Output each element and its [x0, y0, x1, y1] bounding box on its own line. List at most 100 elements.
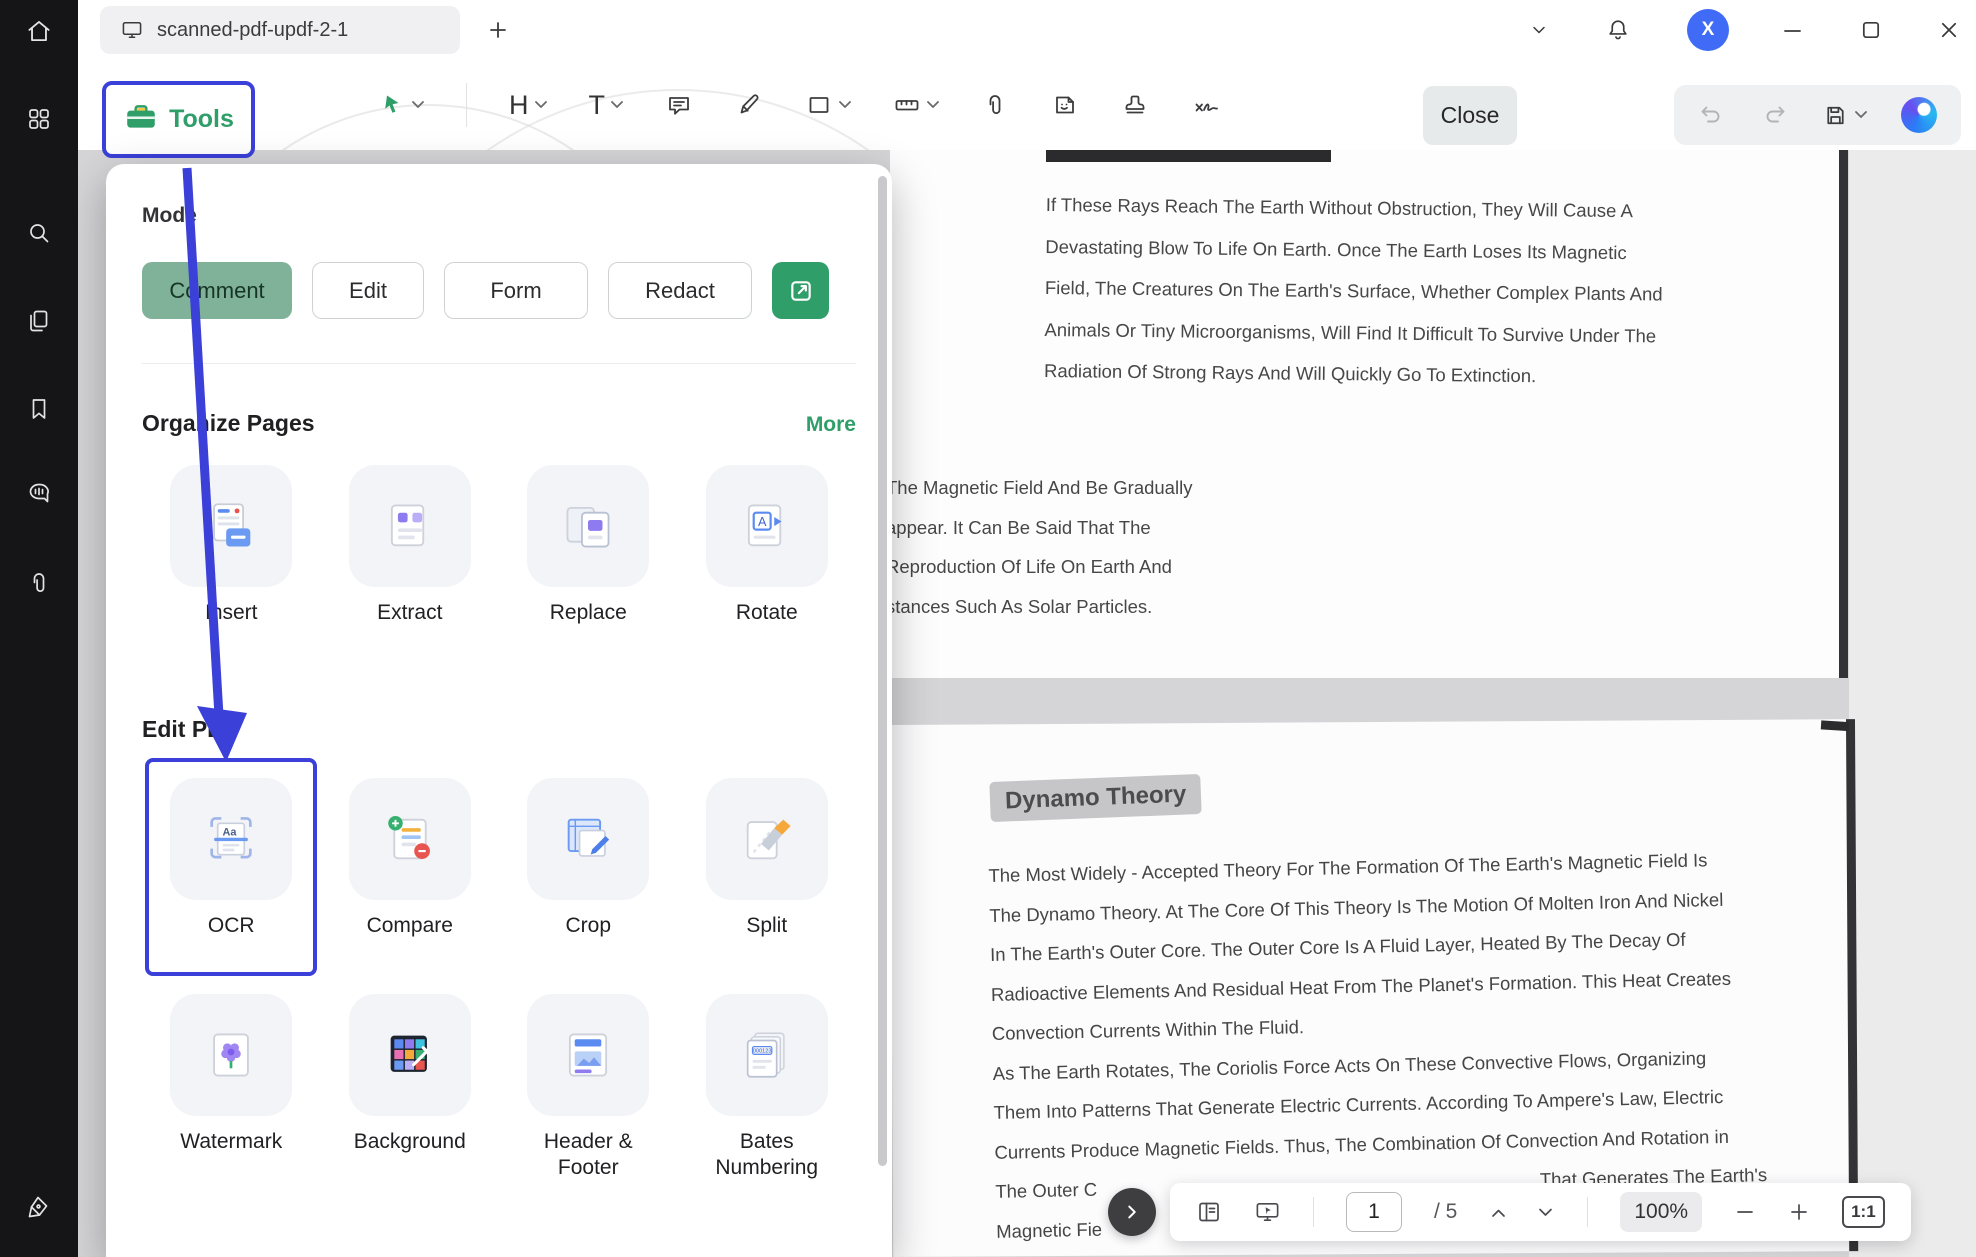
tile-label: Bates Numbering: [692, 1129, 842, 1181]
page1-paragraph: If These Rays Reach The Earth Without Ob…: [1044, 184, 1664, 398]
next-page-icon[interactable]: [1536, 1205, 1555, 1220]
page1-clipped-paragraph: The Magnetic Field And Be Gradually appe…: [886, 468, 1192, 626]
background-item[interactable]: Background: [321, 994, 500, 1155]
previous-page-icon[interactable]: [1489, 1205, 1508, 1220]
bates-numbering-icon: 000123: [706, 994, 828, 1116]
save-button[interactable]: [1822, 102, 1867, 129]
page-total: / 5: [1434, 1200, 1457, 1224]
apps-grid-icon[interactable]: [17, 97, 61, 141]
open-in-window-button[interactable]: [772, 262, 829, 319]
split-item[interactable]: Split: [678, 778, 857, 939]
monitor-icon: [120, 18, 144, 42]
extract-icon: [349, 465, 471, 587]
pages-icon[interactable]: [17, 299, 61, 343]
signature-pen-icon[interactable]: [17, 1185, 61, 1229]
text-fragment: The Outer C: [995, 1170, 1098, 1212]
note-comment-tool[interactable]: [665, 91, 693, 119]
notifications-bell-icon[interactable]: [1605, 17, 1631, 43]
new-tab-button[interactable]: [486, 18, 510, 42]
comments-icon[interactable]: [17, 471, 61, 515]
expand-nav-button[interactable]: [1108, 1188, 1156, 1236]
slideshow-icon[interactable]: [1254, 1199, 1281, 1226]
attachment-icon[interactable]: [17, 561, 61, 605]
chevron-down-icon[interactable]: [611, 96, 623, 114]
header-footer-item[interactable]: Header & Footer: [499, 994, 678, 1181]
document-tab[interactable]: scanned-pdf-updf-2-1: [100, 6, 460, 54]
panel-scrollbar[interactable]: [878, 176, 887, 1166]
chevron-down-icon[interactable]: [1529, 20, 1549, 40]
shape-tool[interactable]: [805, 91, 851, 119]
maximize-icon[interactable]: [1860, 19, 1882, 41]
tile-label: Compare: [367, 913, 453, 939]
more-link[interactable]: More: [806, 413, 856, 437]
ocr-icon: Aa: [170, 778, 292, 900]
stamp-tool[interactable]: [1121, 91, 1149, 119]
attach-file-tool[interactable]: [981, 91, 1009, 119]
rotate-icon: A: [706, 465, 828, 587]
ai-assistant-icon[interactable]: [1901, 97, 1937, 133]
text-tool[interactable]: T: [589, 92, 624, 119]
minimize-icon[interactable]: [1781, 19, 1804, 42]
text-line: If These Rays Reach The Earth Without Ob…: [1046, 184, 1664, 232]
replace-item[interactable]: Replace: [499, 465, 678, 626]
search-icon[interactable]: [17, 211, 61, 255]
extract-item[interactable]: Extract: [321, 465, 500, 626]
rotate-item[interactable]: A Rotate: [678, 465, 857, 626]
mode-comment-button[interactable]: Comment: [142, 262, 292, 319]
mode-heading: Mode: [142, 204, 856, 228]
svg-text:000123: 000123: [753, 1048, 772, 1054]
home-icon[interactable]: [17, 9, 61, 53]
bookmark-icon[interactable]: [17, 387, 61, 431]
chevron-down-icon[interactable]: [927, 96, 939, 114]
tile-label: Insert: [205, 600, 258, 626]
chevron-down-icon[interactable]: [535, 96, 547, 114]
mode-redact-button[interactable]: Redact: [608, 262, 752, 319]
highlight-tool[interactable]: H: [509, 92, 547, 119]
zoom-out-icon[interactable]: [1734, 1201, 1756, 1223]
tile-label: Watermark: [180, 1129, 282, 1155]
close-button[interactable]: Close: [1423, 86, 1517, 145]
split-icon: [706, 778, 828, 900]
crop-item[interactable]: Crop: [499, 778, 678, 939]
divider: [1313, 1197, 1314, 1227]
zoom-level[interactable]: 100%: [1620, 1192, 1702, 1232]
svg-text:A: A: [758, 515, 767, 529]
signature-tool[interactable]: [1191, 91, 1221, 119]
thumbnails-icon[interactable]: [1196, 1199, 1222, 1225]
undo-icon[interactable]: [1698, 101, 1726, 129]
chevron-down-icon[interactable]: [839, 96, 851, 114]
watermark-item[interactable]: Watermark: [142, 994, 321, 1155]
window-close-icon[interactable]: [1938, 19, 1960, 41]
select-tool[interactable]: [378, 91, 424, 119]
sticker-tool[interactable]: [1051, 91, 1079, 119]
redo-icon[interactable]: [1760, 101, 1788, 129]
chevron-down-icon[interactable]: [412, 96, 424, 114]
insert-item[interactable]: Insert: [142, 465, 321, 626]
mode-form-button[interactable]: Form: [444, 262, 588, 319]
toolbox-icon: [123, 99, 159, 140]
page-number-input[interactable]: [1346, 1192, 1402, 1232]
text-line: Reproduction Of Life On Earth And: [886, 547, 1192, 587]
ocr-item[interactable]: Aa OCR: [142, 778, 321, 939]
avatar[interactable]: X: [1687, 9, 1729, 51]
zoom-in-icon[interactable]: [1788, 1201, 1810, 1223]
tools-button[interactable]: Tools: [102, 81, 255, 158]
view-controls: / 5 100% 1:1: [1170, 1183, 1911, 1241]
bates-numbering-item[interactable]: 000123 Bates Numbering: [678, 994, 857, 1181]
measure-tool[interactable]: [893, 91, 939, 119]
toolbar: Tools H T: [78, 60, 1976, 150]
tile-label: Crop: [565, 913, 611, 939]
mode-edit-button[interactable]: Edit: [312, 262, 424, 319]
edit-pdf-heading: Edit PDF: [142, 716, 238, 743]
chevron-down-icon[interactable]: [1855, 106, 1867, 124]
tile-label: Header & Footer: [513, 1129, 663, 1181]
actual-size-button[interactable]: 1:1: [1842, 1196, 1885, 1228]
crop-icon: [527, 778, 649, 900]
page2-heading: Dynamo Theory: [989, 774, 1202, 822]
tool-strip: H T: [378, 60, 1221, 150]
text-glyph: T: [589, 92, 606, 119]
compare-item[interactable]: Compare: [321, 778, 500, 939]
pen-tool[interactable]: [735, 91, 763, 119]
titlebar: scanned-pdf-updf-2-1 X: [78, 0, 1976, 60]
organize-pages-header: Organize Pages More: [142, 410, 856, 437]
